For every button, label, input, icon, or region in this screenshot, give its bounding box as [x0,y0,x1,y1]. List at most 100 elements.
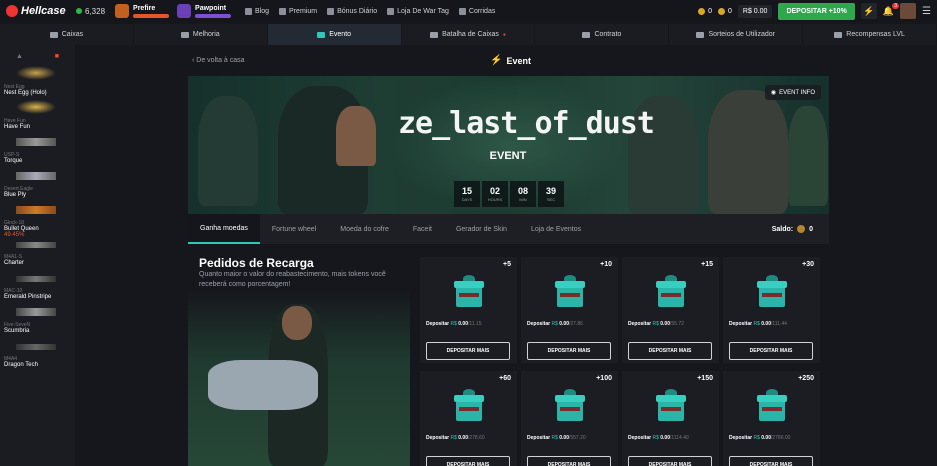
drop-image [16,100,56,114]
tab-cases[interactable]: Caixas [0,24,134,45]
timer-value: 02 [489,186,500,196]
deposit-progress: Depositar R$ 0.00/557.20 [527,435,586,441]
tab-contract[interactable]: Contrato [535,24,670,45]
pass-title: Prefire [133,4,156,12]
gift-icon [655,389,686,423]
notifications-button[interactable]: 🔔 3 [883,2,900,17]
deposit-more-button[interactable]: DEPOSITAR MAIS [527,342,611,360]
nav-label: Bónus Diário [337,7,378,15]
deposit-more-button[interactable]: DEPOSITAR MAIS [628,342,712,360]
deposit-amount: 0.00 [458,321,468,327]
character-figure [208,360,318,410]
all-drops-icon[interactable]: ▲ [16,53,23,60]
deposit-target: /55.72 [669,321,684,327]
drop-item[interactable]: M4A1-S Charter [0,236,75,270]
deposit-amount: 0.00 [559,321,569,327]
event-shortcut-button[interactable]: ⚡ [860,3,877,19]
tab-case-battle[interactable]: Batalha de Caixas ● [402,24,536,45]
deposit-currency: R$ [551,435,558,441]
deposit-target: /27.86 [568,321,583,327]
nav-races[interactable]: Corridas [458,7,495,15]
gift-icon [554,389,585,423]
coin-balance[interactable]: 0 [698,7,712,15]
online-dot-icon [76,8,82,14]
tab-giveaways[interactable]: Sorteios de Utilizador [669,24,804,45]
bonus-icon [327,7,335,15]
gift-icon [453,275,484,309]
tab-fortune-wheel[interactable]: Fortune wheel [260,214,328,244]
deposit-currency: R$ [652,435,659,441]
nav-daily-bonus[interactable]: Bónus Diário [327,7,378,15]
event-info-button[interactable]: ◉ EVENT INFO [764,85,821,100]
page-title-text: Event [506,55,531,66]
tab-event-store[interactable]: Loja de Eventos [519,214,593,244]
tab-earn-coins[interactable]: Ganha moedas [188,214,260,244]
contract-icon [582,31,591,38]
deposit-more-button[interactable]: DEPOSITAR MAIS [426,342,510,360]
tab-skin-generator[interactable]: Gerador de Skin [444,214,519,244]
live-drops-sidebar: ▲ ■ Nest Egg Nest Egg (Holo) Have Fun Have… [0,45,75,466]
pass-badge [133,13,170,18]
nav-blog[interactable]: Blog [245,7,269,15]
tab-upgrade[interactable]: Melhoria [134,24,268,45]
deposit-more-button[interactable]: DEPOSITAR MAIS [628,456,712,466]
deposit-more-button[interactable]: DEPOSITAR MAIS [729,342,813,360]
category-bar: Caixas Melhoria Evento Batalha de Caixas… [0,24,937,45]
deposit-currency: R$ [652,321,659,327]
drop-item[interactable]: M4A4 Dragon Tech [0,338,75,372]
deposit-progress: Depositar R$ 0.00/1114.40 [628,435,689,441]
page-title: ⚡ Event [490,55,531,66]
logo-text: Hellcase [21,5,66,17]
top-nav: Blog Premium Bónus Diário Loja De War Ta… [245,7,495,15]
tab-faceit[interactable]: Faceit [401,214,444,244]
gift-icon [756,275,787,309]
logo-icon [6,5,18,17]
deposit-label: Depositar [527,435,551,441]
deposit-label: Depositar [729,435,753,441]
deposit-card: +150 Depositar R$ 0.00/1114.40 DEPOSITAR… [622,371,719,466]
deposit-more-button[interactable]: DEPOSITAR MAIS [729,456,813,466]
battle-icon [430,31,439,38]
character-figure [788,106,828,206]
tab-vault-coin[interactable]: Moeda do cofre [328,214,401,244]
deposit-more-button[interactable]: DEPOSITAR MAIS [426,456,510,466]
drop-image [16,66,56,80]
tab-rewards[interactable]: Recompensas LVL [803,24,937,45]
avatar[interactable] [900,3,917,19]
pass-pawpoint[interactable]: Pawpoint [177,4,232,18]
online-count: 6,328 [85,6,106,16]
menu-icon[interactable]: ☰ [922,6,931,17]
token-balance[interactable]: 0 [718,7,732,15]
deposit-button[interactable]: DEPOSITAR +10% [778,2,855,20]
deposit-label: Depositar [729,321,753,327]
drop-item[interactable]: Nest Egg Nest Egg (Holo) [0,66,75,100]
token-icon [718,7,725,15]
nav-war-tag-store[interactable]: Loja De War Tag [387,7,449,15]
drop-item[interactable]: MAC-10 Emerald Pinstripe [0,270,75,304]
drop-item[interactable]: Glock-18 Bullet Queen 49.45% [0,202,75,238]
event-coin-icon [797,225,806,233]
hot-icon: ● [502,31,506,38]
prefire-icon [115,4,130,18]
timer-seconds: 39 SEC [538,181,564,207]
top-drops-icon[interactable]: ■ [55,53,59,60]
drop-item[interactable]: Have Fun Have Fun [0,100,75,134]
gift-icon [453,389,484,423]
gift-icon [655,275,686,309]
tab-event[interactable]: Evento [267,24,402,45]
nav-premium[interactable]: Premium [279,7,317,15]
drop-item[interactable]: USP-S Torque [0,134,75,168]
deposit-more-button[interactable]: DEPOSITAR MAIS [527,456,611,466]
money-balance[interactable]: R$ 0.00 [737,4,773,18]
drop-name: Charter [4,260,25,266]
drop-name: Dragon Tech [4,362,38,368]
category-label: Contrato [594,31,622,38]
deposit-currency: R$ [551,321,558,327]
back-link[interactable]: ‹ De volta à casa [192,57,245,64]
cases-icon [49,31,58,38]
logo[interactable]: Hellcase [6,5,76,17]
deposit-target: /111.44 [770,321,787,327]
drop-item[interactable]: Five-SeveN Scumbria [0,304,75,338]
drop-item[interactable]: Desert Eagle Blue Ply [0,168,75,202]
pass-prefire[interactable]: Prefire [115,4,170,18]
